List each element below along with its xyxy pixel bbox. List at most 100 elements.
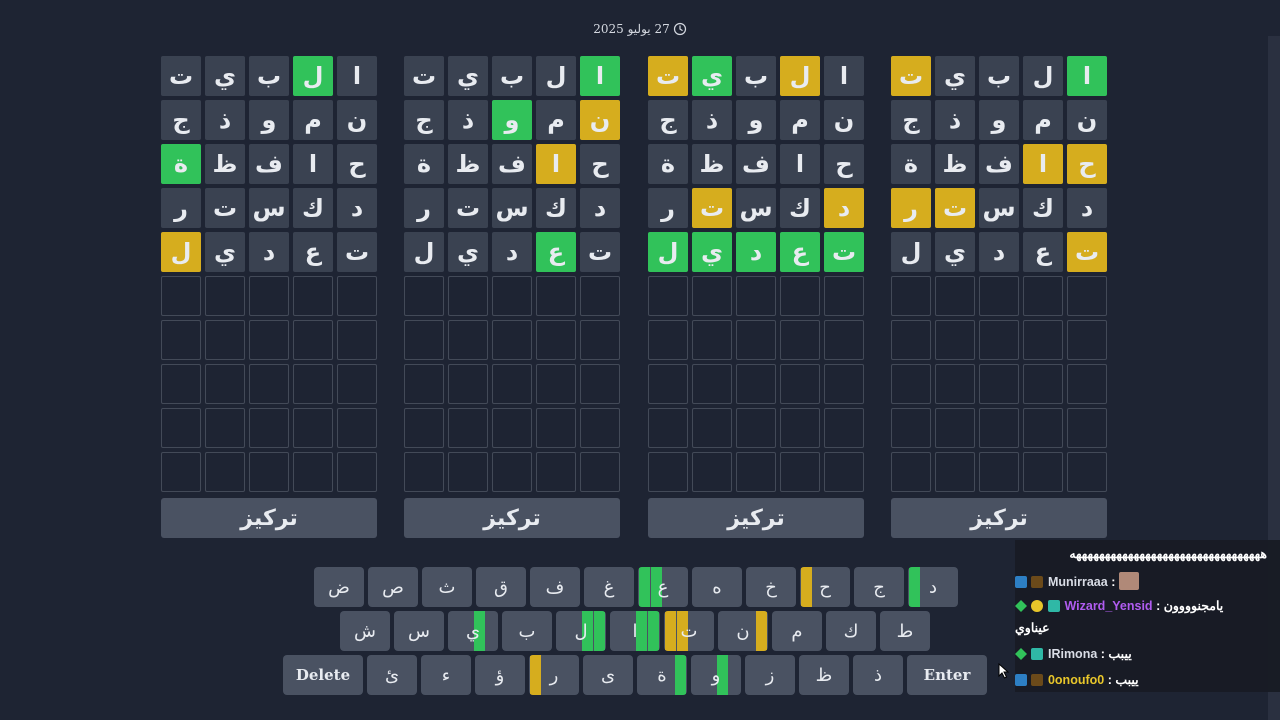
letter-key[interactable]: ك bbox=[826, 611, 876, 651]
board-grid: تيبلاجذومنةظفاحرتسكدليدعت bbox=[891, 56, 1109, 492]
chat-line: Wizard_Yensid : يامجنوووون bbox=[1015, 598, 1265, 613]
key-label: ط bbox=[896, 620, 914, 642]
key-label: ص bbox=[382, 576, 404, 598]
empty-tile bbox=[780, 320, 820, 360]
letter-key[interactable]: ظ bbox=[799, 655, 849, 695]
letter-key[interactable]: خ bbox=[746, 567, 796, 607]
letter-key[interactable]: ص bbox=[368, 567, 418, 607]
letter-key[interactable]: ث bbox=[422, 567, 472, 607]
letter-key[interactable]: ز bbox=[745, 655, 795, 695]
focus-button[interactable]: تركيز bbox=[161, 498, 377, 538]
key-label: م bbox=[791, 620, 803, 642]
enter-key[interactable]: Enter bbox=[907, 655, 987, 695]
letter-tile: ف bbox=[736, 144, 776, 184]
board-3: ت ي ب ل ا ج ذ و م ن ة ظ ف ا ح ر ت س ك د ل ي د ع ت تركيز bbox=[404, 56, 622, 538]
empty-tile bbox=[249, 276, 289, 316]
board-1: ت ي ب ل ا ج ذ و م ن ة ظ ف ا ح ر ت س ك د ل ي د ع ت تركيز bbox=[891, 56, 1109, 538]
empty-tile bbox=[536, 408, 576, 448]
letter-tile: د bbox=[580, 188, 620, 228]
empty-tile bbox=[293, 408, 333, 448]
empty-tile bbox=[448, 408, 488, 448]
letter-key[interactable]: و bbox=[691, 655, 741, 695]
letter-key[interactable]: ئ bbox=[367, 655, 417, 695]
empty-tile bbox=[780, 364, 820, 404]
emote-icon bbox=[1118, 572, 1139, 590]
letter-key[interactable]: ي bbox=[448, 611, 498, 651]
letter-tile: ل bbox=[891, 232, 931, 272]
badge-icon bbox=[1015, 576, 1027, 588]
badge-icon bbox=[1031, 576, 1044, 588]
chat-message: ييبب bbox=[1108, 647, 1132, 661]
letter-key[interactable]: ه bbox=[692, 567, 742, 607]
chat-message: يامجنوووون bbox=[1163, 599, 1224, 613]
letter-key[interactable]: ش bbox=[340, 611, 390, 651]
letter-key[interactable]: د bbox=[908, 567, 958, 607]
empty-tile bbox=[648, 320, 688, 360]
focus-button[interactable]: تركيز bbox=[404, 498, 620, 538]
focus-button[interactable]: تركيز bbox=[891, 498, 1107, 538]
key-label: Delete bbox=[295, 666, 351, 684]
letter-key[interactable]: ح bbox=[800, 567, 850, 607]
letter-key[interactable]: ة bbox=[637, 655, 687, 695]
letter-tile: ك bbox=[293, 188, 333, 228]
letter-tile: ر bbox=[404, 188, 444, 228]
empty-tile bbox=[891, 320, 931, 360]
letter-key[interactable]: ط bbox=[880, 611, 930, 651]
letter-key[interactable]: س bbox=[394, 611, 444, 651]
letter-key[interactable]: غ bbox=[584, 567, 634, 607]
empty-tile bbox=[1023, 276, 1063, 316]
letter-tile: ت bbox=[404, 56, 444, 96]
empty-tile bbox=[1067, 364, 1107, 404]
letter-key[interactable]: ن bbox=[718, 611, 768, 651]
chat-username[interactable]: Munirraaa bbox=[1048, 575, 1108, 589]
chat-message-continued: عيناوي bbox=[1015, 621, 1050, 635]
focus-button[interactable]: تركيز bbox=[648, 498, 864, 538]
letter-key[interactable]: ا bbox=[610, 611, 660, 651]
chat-username[interactable]: IRimona bbox=[1048, 647, 1097, 661]
letter-key[interactable]: ق bbox=[476, 567, 526, 607]
letter-key[interactable]: ض bbox=[314, 567, 364, 607]
board-4-status-marker bbox=[801, 567, 812, 607]
letter-tile: ي bbox=[205, 56, 245, 96]
empty-tile bbox=[448, 276, 488, 316]
letter-key[interactable]: ء bbox=[421, 655, 471, 695]
key-label: ن bbox=[736, 620, 750, 642]
letter-tile: ن bbox=[824, 100, 864, 140]
key-label: ف bbox=[545, 576, 565, 598]
letter-key[interactable]: ى bbox=[583, 655, 633, 695]
letter-tile: ن bbox=[580, 100, 620, 140]
empty-tile bbox=[448, 320, 488, 360]
letter-key[interactable]: ؤ bbox=[475, 655, 525, 695]
letter-key[interactable]: ع bbox=[638, 567, 688, 607]
letter-tile: ي bbox=[448, 56, 488, 96]
letter-tile: ة bbox=[161, 144, 201, 184]
empty-tile bbox=[404, 364, 444, 404]
empty-tile bbox=[404, 408, 444, 448]
empty-tile bbox=[1023, 408, 1063, 448]
letter-tile: و bbox=[979, 100, 1019, 140]
empty-tile bbox=[205, 408, 245, 448]
letter-tile: ا bbox=[1067, 56, 1107, 96]
key-label: ق bbox=[494, 576, 508, 598]
letter-key[interactable]: ل bbox=[556, 611, 606, 651]
letter-tile: ك bbox=[1023, 188, 1063, 228]
chat-username[interactable]: Wizard_Yensid bbox=[1064, 599, 1152, 613]
letter-key[interactable]: ذ bbox=[853, 655, 903, 695]
delete-key[interactable]: Delete bbox=[283, 655, 363, 695]
board-1-status-marker bbox=[675, 655, 686, 695]
empty-tile bbox=[337, 276, 377, 316]
letter-tile: ر bbox=[648, 188, 688, 228]
letter-key[interactable]: ج bbox=[854, 567, 904, 607]
letter-key[interactable]: ر bbox=[529, 655, 579, 695]
letter-key[interactable]: م bbox=[772, 611, 822, 651]
letter-key[interactable]: ف bbox=[530, 567, 580, 607]
letter-key[interactable]: ت bbox=[664, 611, 714, 651]
chat-username[interactable]: 0onoufo0 bbox=[1048, 673, 1104, 687]
board-4-status-marker bbox=[909, 567, 920, 607]
empty-tile bbox=[648, 276, 688, 316]
letter-key[interactable]: ب bbox=[502, 611, 552, 651]
empty-tile bbox=[935, 408, 975, 448]
letter-tile: و bbox=[736, 100, 776, 140]
letter-tile: س bbox=[492, 188, 532, 228]
board-1-status-marker bbox=[594, 611, 605, 651]
